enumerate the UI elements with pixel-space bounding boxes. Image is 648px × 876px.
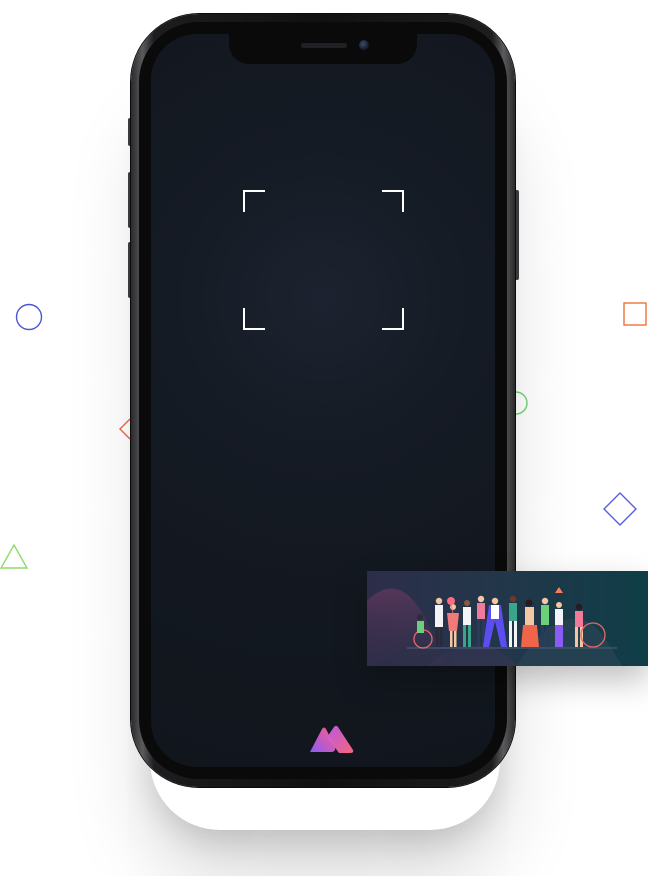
- brand-m-logo-icon[interactable]: [308, 725, 356, 755]
- blue-circle-shape-icon: [15, 303, 43, 331]
- front-camera-icon: [359, 40, 369, 50]
- orange-square-shape-icon: [623, 302, 647, 326]
- illustration-card: [367, 571, 648, 666]
- green-triangle-shape-icon: [0, 543, 29, 569]
- viewfinder-corner-top-right: [382, 190, 404, 212]
- people-illustration: [367, 587, 622, 666]
- viewfinder-corner-bottom-right: [382, 308, 404, 330]
- viewfinder-corner-top-left: [243, 190, 265, 212]
- power-button: [515, 190, 519, 280]
- speaker-grille: [301, 43, 347, 48]
- purple-diamond-shape-icon: [603, 492, 637, 526]
- mockup-stage: [0, 0, 648, 876]
- phone-notch: [229, 34, 417, 64]
- phone-frame: [131, 14, 515, 787]
- viewfinder-corner-bottom-left: [243, 308, 265, 330]
